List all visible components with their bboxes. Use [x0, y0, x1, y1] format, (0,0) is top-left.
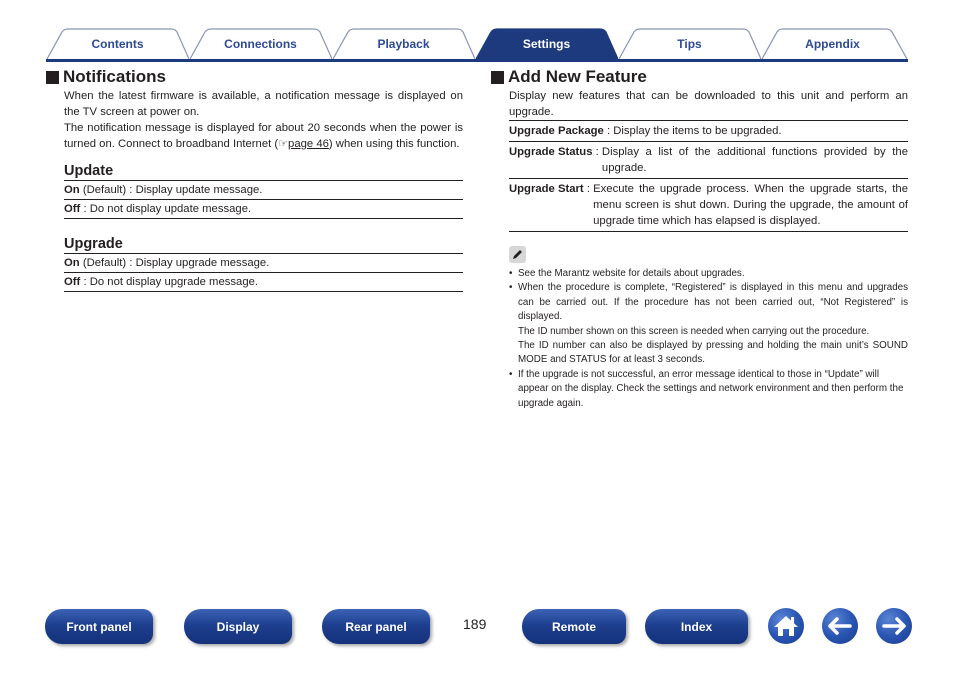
- tab-label: Contents: [91, 37, 144, 51]
- tab-label: Tips: [677, 37, 702, 51]
- option-key: On: [64, 257, 80, 269]
- pencil-icon: [509, 246, 526, 263]
- definition-row: Upgrade Start : Execute the upgrade proc…: [509, 179, 908, 232]
- tab-bar: Contents Connections Playback Settings T…: [46, 28, 908, 62]
- index-button[interactable]: Index: [645, 609, 748, 644]
- display-button[interactable]: Display: [184, 609, 292, 644]
- tab-label: Settings: [522, 37, 571, 51]
- tab-playback[interactable]: Playback: [332, 28, 475, 59]
- separator: :: [603, 125, 614, 137]
- front-panel-button[interactable]: Front panel: [45, 609, 153, 644]
- rear-panel-button[interactable]: Rear panel: [322, 609, 430, 644]
- update-options: On (Default) : Display update message. O…: [64, 180, 463, 219]
- option-desc: : Do not display update message.: [80, 203, 252, 215]
- forward-arrow-icon: [882, 617, 906, 635]
- option-row: Off : Do not display upgrade message.: [64, 273, 463, 292]
- description: Display the items to be upgraded.: [613, 125, 782, 137]
- note-text: When the procedure is complete, “Registe…: [518, 282, 908, 323]
- notes-list: • See the Marantz website for details abo…: [509, 267, 908, 411]
- feature-items: Upgrade Package : Display the items to b…: [509, 120, 908, 232]
- bullet: •: [509, 282, 513, 294]
- tab-baseline: [46, 59, 908, 62]
- option-desc: : Do not display upgrade message.: [80, 276, 259, 288]
- notifications-section: Notifications When the latest firmware i…: [46, 66, 463, 292]
- tab-appendix[interactable]: Appendix: [761, 28, 908, 59]
- note-text: The ID number shown on this screen is ne…: [518, 325, 870, 337]
- upgrade-options: On (Default) : Display upgrade message. …: [64, 253, 463, 292]
- page-number: 189: [463, 616, 487, 632]
- home-icon: [774, 616, 798, 636]
- note-item: • If the upgrade is not successful, an er…: [509, 368, 908, 411]
- forward-button[interactable]: [876, 608, 912, 644]
- update-title: Update: [64, 163, 114, 179]
- separator: :: [592, 146, 602, 158]
- option-key: On: [64, 184, 80, 196]
- tab-contents[interactable]: Contents: [46, 28, 189, 59]
- square-bullet-icon: [46, 70, 59, 84]
- add-new-feature-body: Display new features that can be downloa…: [491, 88, 908, 411]
- bullet: •: [509, 268, 513, 279]
- tab-label: Connections: [224, 37, 297, 51]
- note-item: • See the Marantz website for details abo…: [509, 267, 908, 281]
- note-text: If the upgrade is not successful, an err…: [518, 368, 904, 409]
- remote-button[interactable]: Remote: [522, 609, 626, 644]
- term: Upgrade Start: [509, 183, 584, 195]
- option-row: On (Default) : Display update message.: [64, 181, 463, 200]
- note-text: See the Marantz website for details abou…: [518, 268, 745, 279]
- separator: :: [583, 183, 594, 195]
- tab-tips[interactable]: Tips: [618, 28, 761, 59]
- option-desc: (Default) : Display update message.: [79, 184, 263, 196]
- back-arrow-icon: [828, 617, 852, 635]
- option-key: Off: [64, 203, 81, 215]
- section-title: Add New Feature: [491, 66, 908, 88]
- definition-row: Upgrade Package : Display the items to b…: [509, 121, 908, 142]
- term: Upgrade Status: [509, 146, 593, 158]
- intro-text: Display new features that can be downloa…: [509, 90, 908, 118]
- description: Execute the upgrade process. When the up…: [593, 183, 908, 227]
- description: Display a list of the additional functio…: [601, 146, 908, 174]
- tab-settings[interactable]: Settings: [475, 28, 618, 59]
- notifications-para1: When the latest firmware is available, a…: [64, 90, 463, 118]
- back-button[interactable]: [822, 608, 858, 644]
- option-row: On (Default) : Display upgrade message.: [64, 254, 463, 273]
- bullet: •: [509, 368, 513, 380]
- tab-label: Appendix: [805, 37, 860, 51]
- add-new-feature-section: Add New Feature Display new features tha…: [491, 66, 908, 411]
- notifications-body: When the latest firmware is available, a…: [46, 88, 463, 292]
- add-new-feature-title: Add New Feature: [508, 67, 647, 86]
- term: Upgrade Package: [509, 125, 604, 137]
- definition-row: Upgrade Status : Display a list of the a…: [509, 142, 908, 179]
- home-button[interactable]: [768, 608, 804, 644]
- section-title: Notifications: [46, 66, 463, 88]
- note-item: • When the procedure is complete, “Regist…: [509, 281, 908, 367]
- para2-text-end: ) when using this function.: [328, 138, 460, 150]
- pointing-hand-icon: ☞: [278, 138, 289, 150]
- option-desc: (Default) : Display upgrade message.: [79, 257, 270, 269]
- tab-connections[interactable]: Connections: [189, 28, 332, 59]
- page-link[interactable]: page 46: [288, 138, 329, 150]
- notifications-para2: The notification message is displayed fo…: [64, 120, 463, 152]
- tab-label: Playback: [377, 37, 430, 51]
- option-row: Off : Do not display update message.: [64, 200, 463, 219]
- upgrade-title: Upgrade: [64, 236, 123, 252]
- option-key: Off: [64, 276, 81, 288]
- square-bullet-icon: [491, 70, 504, 84]
- notifications-title: Notifications: [63, 67, 166, 86]
- note-text: The ID number can also be displayed by p…: [518, 340, 908, 366]
